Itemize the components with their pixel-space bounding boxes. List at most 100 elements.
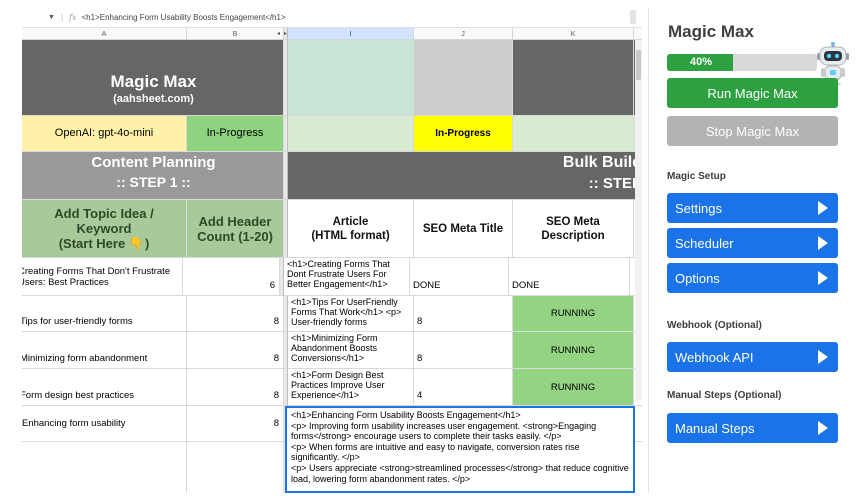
options-button[interactable]: Options [667, 263, 838, 293]
brand-subtitle: (aahsheet.com) [113, 93, 194, 105]
cell-a10[interactable] [22, 442, 187, 493]
cell-l9[interactable] [634, 406, 642, 442]
article-cell[interactable]: <h1>Creating Forms That Dont Frustrate U… [284, 258, 410, 296]
topic-cell[interactable]: Creating Forms That Don't Frustrate Users… [22, 258, 183, 296]
run-magic-max-button[interactable]: Run Magic Max [667, 78, 838, 108]
meta-title-cell[interactable]: 8 [414, 296, 513, 332]
article-cell[interactable]: <h1>Tips For UserFriendly Forms That Wor… [288, 296, 414, 332]
webhook-api-button[interactable]: Webhook API [667, 342, 838, 372]
cell-i2[interactable] [288, 116, 414, 152]
header-meta-desc-line2: Description [541, 229, 605, 242]
progress-label: 40% [689, 56, 713, 68]
header-meta-desc-text: SEO Meta Description [541, 215, 604, 243]
column-header-b-label: B [232, 29, 238, 38]
scrollbar-thumb[interactable] [636, 50, 641, 80]
section-webhook: Webhook (Optional) [667, 320, 762, 331]
header-topic-text: Add Topic Idea / Keyword (Start Here 👇) [54, 206, 153, 251]
column-collapse-left-icon[interactable]: ◂ [277, 30, 280, 37]
cell-i1[interactable] [288, 40, 414, 116]
formula-bar: ▼ | fx <h1>Enhancing Form Usability Boos… [22, 8, 642, 28]
play-triangle-icon [818, 271, 828, 285]
cell-k2[interactable] [513, 116, 634, 152]
topic-text: Creating Forms That Don't Frustrate Users… [22, 266, 170, 288]
topic-cell[interactable]: Minimizing form abandonment [22, 332, 187, 369]
column-header-b[interactable]: B ◂ [187, 28, 284, 40]
topic-text: Form design best practices [22, 390, 135, 401]
play-triangle-icon [818, 421, 828, 435]
manual-steps-label: Manual Steps [675, 420, 755, 436]
stop-magic-max-button[interactable]: Stop Magic Max [667, 116, 838, 146]
formula-bar-content[interactable]: <h1>Enhancing Form Usability Boosts Enga… [82, 13, 286, 22]
count-cell[interactable]: 8 [187, 332, 284, 369]
header-article-text: Article (HTML format) [311, 215, 389, 243]
status-cell-j[interactable]: In-Progress [414, 116, 513, 152]
play-triangle-icon [818, 201, 828, 215]
cell-k1[interactable] [513, 40, 634, 116]
column-header-a[interactable]: A [22, 28, 187, 40]
column-header-row: A B ◂ ▸ I J K [22, 28, 642, 40]
spreadsheet: ▼ | fx <h1>Enhancing Form Usability Boos… [22, 8, 642, 493]
count-cell[interactable]: 8 [187, 296, 284, 332]
article-cell[interactable]: <h1>Minimizing Form Abandonment Boosts C… [288, 332, 414, 369]
meta-title-cell[interactable]: DONE [410, 258, 509, 296]
header-topic[interactable]: Add Topic Idea / Keyword (Start Here 👇) [22, 200, 187, 258]
scheduler-button[interactable]: Scheduler [667, 228, 838, 258]
meta-title-cell[interactable]: 8 [414, 332, 513, 369]
model-cell[interactable]: OpenAI: gpt-4o-mini [22, 116, 187, 152]
formula-bar-scrollbar[interactable] [630, 10, 636, 24]
header-count[interactable]: Add Header Count (1-20) [187, 200, 284, 258]
bulk-cell-i[interactable] [288, 152, 414, 200]
name-box-dropdown-icon[interactable]: ▼ [48, 14, 55, 21]
cell-l10[interactable] [634, 442, 642, 493]
status-cell-b[interactable]: In-Progress [187, 116, 284, 152]
bulk-build-title: Bulk Build [562, 154, 642, 171]
table-row: Tips for user-friendly forms 8 <h1>Tips … [22, 296, 642, 332]
cell-j1[interactable] [414, 40, 513, 116]
cell-b10[interactable] [187, 442, 284, 493]
sidebar-title: Magic Max [668, 22, 754, 41]
count-cell[interactable]: 8 [187, 369, 284, 406]
header-meta-desc[interactable]: SEO Meta Description [513, 200, 634, 258]
column-header-j[interactable]: J [414, 28, 513, 40]
topic-line1: Creating Forms That Don't Frustrate [22, 265, 171, 277]
settings-label: Settings [675, 200, 722, 216]
meta-desc-cell[interactable]: DONE [509, 258, 630, 296]
cell-editor[interactable]: <h1>Enhancing Form Usability Boosts Enga… [285, 406, 635, 493]
meta-desc-status[interactable]: RUNNING [513, 332, 634, 369]
topic-cell[interactable]: Tips for user-friendly forms [22, 296, 187, 332]
play-triangle-icon [818, 236, 828, 250]
meta-desc-status[interactable]: RUNNING [513, 369, 634, 406]
editor-line: <p> Improving form usability increases u… [291, 420, 597, 442]
column-expand-right-icon[interactable]: ▸ [284, 30, 287, 37]
topic-text: Minimizing form abandonment [22, 353, 148, 364]
header-topic-line1: Add Topic Idea / [54, 206, 154, 221]
topic-text: Tips for user-friendly forms [22, 316, 133, 327]
header-meta-title[interactable]: SEO Meta Title [414, 200, 513, 258]
header-article-line2: (HTML format) [311, 229, 390, 242]
bulk-cell-j[interactable] [414, 152, 513, 200]
header-article[interactable]: Article (HTML format) [288, 200, 414, 258]
column-header-i[interactable]: I [288, 28, 414, 40]
topic-cell[interactable]: Form design best practices [22, 369, 187, 406]
planning-step: :: STEP 1 :: [116, 174, 191, 190]
topic-cell[interactable]: Enhancing form usability [22, 406, 187, 442]
article-cell[interactable]: <h1>Form Design Best Practices Improve U… [288, 369, 414, 406]
sheet-vertical-scrollbar[interactable] [635, 40, 642, 400]
header-meta-desc-line1: SEO Meta [546, 215, 600, 228]
progress-bar: 40% [667, 54, 817, 71]
meta-desc-status[interactable]: RUNNING [513, 296, 634, 332]
column-header-l[interactable] [634, 28, 642, 40]
count-cell[interactable]: 8 [187, 406, 284, 442]
settings-button[interactable]: Settings [667, 193, 838, 223]
webhook-api-label: Webhook API [675, 349, 754, 365]
editor-line: <p> When forms are intuitive and easy to… [291, 441, 580, 463]
bulk-build-step: :: STEP [588, 175, 642, 192]
manual-steps-button[interactable]: Manual Steps [667, 413, 838, 443]
column-header-k[interactable]: K [513, 28, 634, 40]
table-row: Creating Forms That Don't Frustrate Users… [22, 258, 642, 296]
formula-bar-divider: | [60, 13, 64, 22]
header-count-line1: Add Header [198, 213, 272, 229]
meta-title-cell[interactable]: 4 [414, 369, 513, 406]
options-label: Options [675, 270, 720, 286]
count-cell[interactable]: 6 [183, 258, 280, 296]
